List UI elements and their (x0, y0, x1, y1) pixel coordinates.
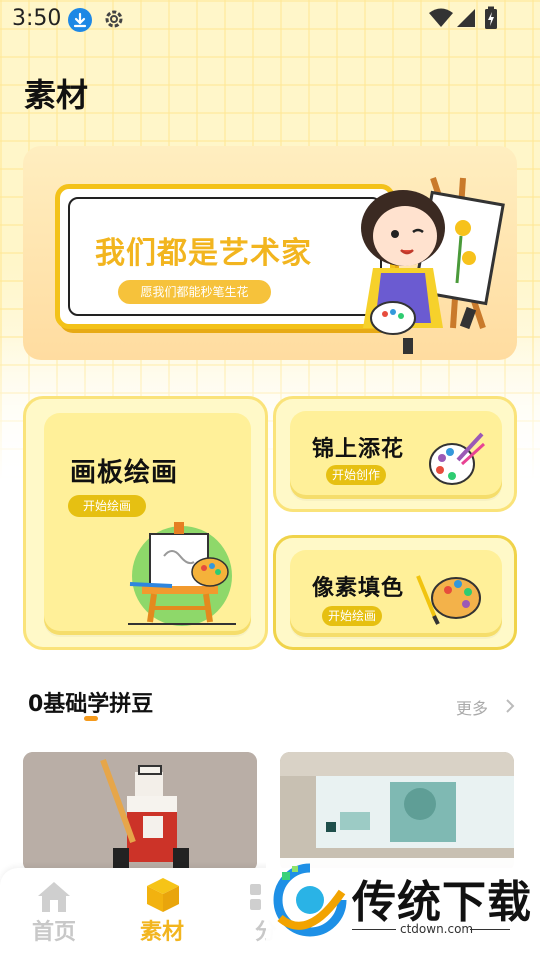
status-time: 3:50 (12, 6, 62, 31)
gear-icon (105, 10, 123, 28)
section-title: 0基础学拼豆 (28, 692, 154, 717)
tab-materials[interactable]: 素材 (112, 868, 212, 960)
artist-girl-illustration (361, 177, 505, 354)
promo-banner[interactable]: 我们都是艺术家 愿我们都能秒笔生花 (23, 146, 517, 360)
pixel-fill-title: 像素填色 (312, 576, 405, 601)
section-underline (84, 716, 98, 721)
watermark-logo-icon (273, 863, 347, 937)
banner-subtitle: 愿我们都能秒笔生花 (118, 280, 271, 304)
pixel-art-figure-image (23, 752, 257, 872)
cube-icon (147, 878, 179, 912)
easel-illustration (128, 522, 236, 626)
page-title: 素材 (24, 76, 89, 114)
download-icon (68, 8, 92, 32)
banner-title: 我们都是艺术家 (95, 236, 312, 271)
tutorial-thumbnail[interactable] (280, 752, 514, 872)
tab-home-label: 首页 (31, 920, 76, 945)
paint-palette-icon (416, 575, 481, 625)
watermark-brand: 传统下载 (352, 877, 532, 928)
battery-icon (485, 6, 497, 29)
more-link[interactable]: 更多 (456, 695, 488, 719)
tutorial-thumbnail[interactable] (23, 752, 257, 872)
drawing-board-title: 画板绘画 (70, 458, 179, 488)
home-icon (38, 882, 70, 912)
drawing-board-start-button[interactable]: 开始绘画 (68, 495, 146, 517)
jinshang-title: 锦上添花 (312, 437, 405, 462)
tab-home[interactable]: 首页 (4, 868, 104, 960)
jinshang-start-button[interactable]: 开始创作 (326, 465, 386, 485)
chevron-right-icon[interactable] (504, 698, 516, 714)
palette-brushes-icon (429, 432, 486, 485)
signal-icon (457, 9, 475, 27)
status-bar: 3:50 (0, 0, 540, 40)
watermark-url: ctdown.com (400, 922, 474, 936)
pixel-fill-start-button[interactable]: 开始绘画 (322, 606, 382, 626)
pixel-banknote-image (280, 752, 514, 872)
tab-materials-label: 素材 (139, 920, 184, 945)
wifi-icon (429, 8, 453, 27)
